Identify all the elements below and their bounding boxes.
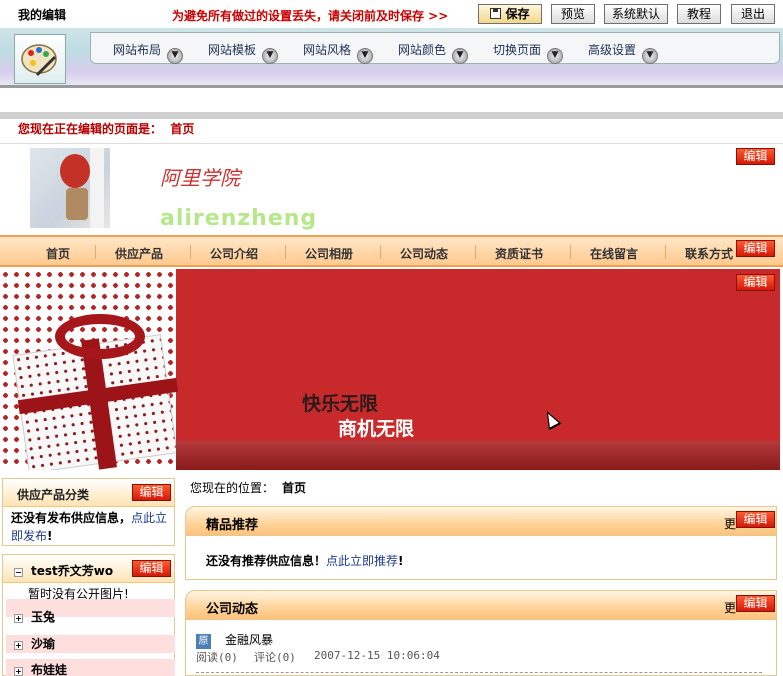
tree-row-shayu[interactable]: + 沙瑜 (14, 635, 55, 652)
divider (196, 672, 762, 673)
expand-icon[interactable]: + (14, 667, 23, 676)
floppy-disk-icon (490, 8, 502, 19)
news-comments: 评论(0) (254, 651, 296, 664)
editor-menu: 网站布局 ▼ 网站模板 ▼ 网站风格 ▼ 网站颜色 ▼ 切换页面 ▼ 高级设置 ▼ (90, 32, 780, 64)
edit-news-button[interactable]: 编辑 (736, 595, 775, 612)
nav-album[interactable]: 公司相册 (305, 245, 353, 262)
my-edit-title: 我的编辑 (18, 8, 67, 22)
menu-site-template[interactable]: 网站模板 ▼ (208, 41, 279, 64)
chevron-down-icon: ▼ (452, 48, 469, 64)
nav-news[interactable]: 公司动态 (400, 245, 448, 262)
site-nav: 首页 供应产品 公司介绍 公司相册 公司动态 资质证书 在线留言 联系方式 (0, 235, 783, 267)
featured-more-link[interactable]: 更 (724, 515, 736, 532)
tree-row-buwawa[interactable]: + 布娃娃 (14, 661, 67, 676)
banner-text-2: 商机无限 (338, 418, 415, 440)
menu-site-color[interactable]: 网站颜色 ▼ (398, 41, 469, 64)
edit-banner-button[interactable]: 编辑 (736, 274, 775, 291)
site-logo-image (30, 148, 110, 228)
news-item[interactable]: 原金融风暴 (196, 631, 273, 649)
no-supply-message: 还没有发布供应信息，点此立即发布! (11, 511, 168, 543)
expand-icon[interactable]: + (14, 614, 23, 623)
tree-row-yutu[interactable]: + 玉兔 (14, 608, 55, 625)
news-date: 2007-12-15 10:06:04 (314, 649, 440, 662)
nav-guestbook[interactable]: 在线留言 (590, 245, 638, 262)
breadcrumb-current: 首页 (282, 481, 307, 495)
original-badge: 原 (196, 634, 211, 649)
tutorial-button[interactable]: 教程 (677, 4, 721, 24)
collapse-icon[interactable]: − (14, 568, 23, 577)
nav-supply[interactable]: 供应产品 (115, 245, 163, 262)
edit-header-button[interactable]: 编辑 (736, 148, 775, 165)
tree-row-album-root[interactable]: − test乔文芳wo (14, 562, 113, 579)
news-reads: 阅读(0) (196, 651, 238, 664)
chevron-down-icon: ▼ (547, 48, 564, 64)
featured-panel-header: 精品推荐 更 (185, 506, 777, 536)
featured-title: 精品推荐 (206, 518, 259, 533)
nav-certificates[interactable]: 资质证书 (495, 245, 543, 262)
breadcrumb: 您现在的位置： 首页 (190, 481, 307, 495)
news-title: 公司动态 (206, 602, 259, 617)
nav-contact[interactable]: 联系方式 (685, 245, 733, 262)
menu-site-layout[interactable]: 网站布局 ▼ (113, 41, 184, 64)
save-warning: 为避免所有做过的设置丢失，请关闭前及时保存 >> (172, 9, 449, 23)
featured-panel-body: 还没有推荐供应信息！点此立即推荐! (185, 536, 777, 580)
nav-about[interactable]: 公司介绍 (210, 245, 258, 262)
banner-text-1: 快乐无限 (302, 393, 379, 415)
no-recommend-message: 还没有推荐供应信息！点此立即推荐! (206, 554, 404, 568)
chevron-down-icon: ▼ (642, 48, 659, 64)
site-subtitle: alirenzheng (160, 206, 318, 231)
edit-album-button[interactable]: 编辑 (132, 560, 171, 577)
edit-featured-button[interactable]: 编辑 (736, 511, 775, 528)
chevron-down-icon: ▼ (357, 48, 374, 64)
menu-switch-page[interactable]: 切换页面 ▼ (493, 41, 564, 64)
menu-site-style[interactable]: 网站风格 ▼ (303, 41, 374, 64)
exit-button[interactable]: 退出 (731, 4, 775, 24)
no-public-pictures: 暂时没有公开图片! (28, 587, 129, 601)
divider (0, 112, 783, 119)
news-panel-body (185, 620, 777, 676)
save-button[interactable]: 保存 (478, 4, 542, 24)
editing-page-name: 首页 (170, 122, 195, 136)
chevron-down-icon: ▼ (167, 48, 184, 64)
editor-topbar: 我的编辑 为避免所有做过的设置丢失，请关闭前及时保存 >> 保存 预览 系统默认… (0, 0, 783, 28)
recommend-now-link[interactable]: 点此立即推荐 (326, 554, 398, 568)
system-default-button[interactable]: 系统默认 (604, 4, 668, 24)
news-panel-header: 公司动态 更 (185, 590, 777, 620)
editing-page-indicator: 您现在正在编辑的页面是： 首页 (18, 122, 195, 136)
site-title: 阿里学院 (160, 166, 240, 190)
menu-advanced-settings[interactable]: 高级设置 ▼ (588, 41, 659, 64)
supply-category-title: 供应产品分类 (17, 488, 90, 502)
edit-category-button[interactable]: 编辑 (132, 484, 171, 501)
edit-nav-button[interactable]: 编辑 (736, 240, 775, 257)
banner-image: 快乐无限 商机无限 (0, 269, 780, 470)
expand-icon[interactable]: + (14, 641, 23, 650)
chevron-down-icon: ▼ (262, 48, 279, 64)
preview-button[interactable]: 预览 (551, 4, 595, 24)
palette-icon[interactable] (14, 34, 66, 84)
site-header (0, 143, 783, 235)
news-item-title[interactable]: 金融风暴 (225, 633, 273, 647)
nav-home[interactable]: 首页 (46, 245, 70, 262)
news-more-link[interactable]: 更 (724, 599, 736, 616)
